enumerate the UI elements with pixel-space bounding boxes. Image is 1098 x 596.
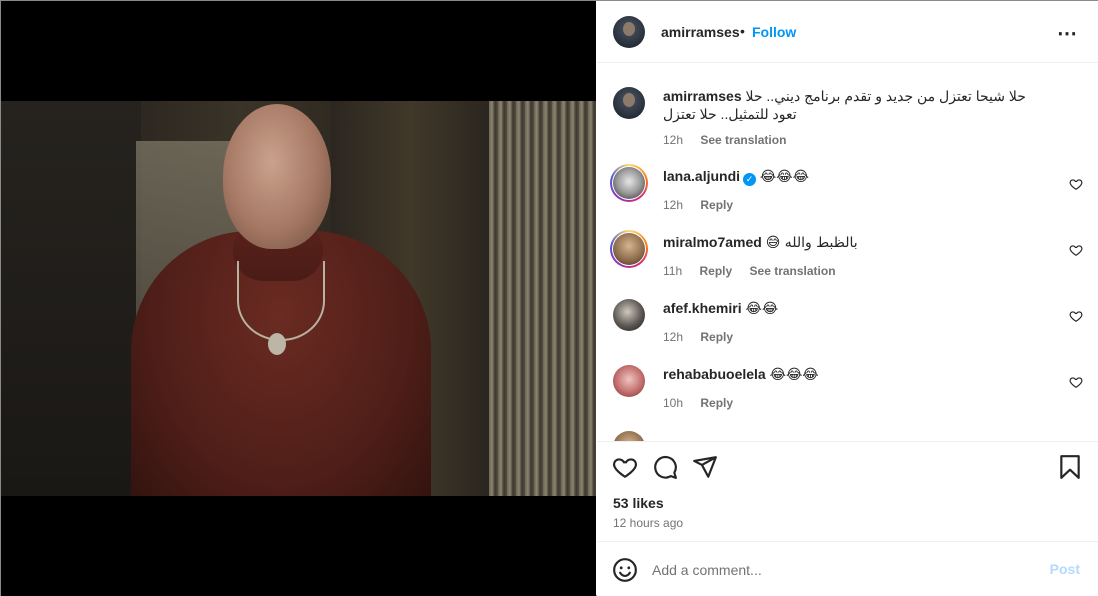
comment-text: 😂😂 [745, 301, 779, 317]
post-header: amirramses • Follow ⋯ [597, 1, 1098, 63]
author-avatar[interactable] [613, 16, 645, 48]
comments-list[interactable]: amirramses حلا شيحا تعتزل من جديد و تقدم… [597, 64, 1098, 441]
comment-username[interactable]: miralmo7amed [663, 234, 762, 250]
more-options-icon[interactable]: ⋯ [1057, 21, 1078, 46]
reply-button[interactable]: Reply [700, 198, 733, 212]
caption-username[interactable]: amirramses [663, 88, 742, 104]
comment-time: 12h [663, 330, 684, 344]
caption-time: 12h [663, 133, 684, 147]
heart-icon[interactable] [1069, 309, 1083, 323]
comment-input[interactable] [652, 559, 1032, 581]
likes-count[interactable]: 53 likes [613, 495, 664, 511]
post-image[interactable] [1, 101, 596, 496]
verified-icon: ✓ [743, 173, 757, 186]
separator-dot: • [740, 23, 745, 39]
share-icon[interactable] [692, 454, 718, 480]
caption-avatar[interactable] [613, 87, 645, 119]
comment-composer: Post [597, 541, 1098, 596]
comment-text: بالظبط والله 😅 [765, 235, 858, 251]
follow-button[interactable]: Follow [752, 24, 796, 40]
commenter-avatar[interactable] [613, 167, 645, 199]
comment-time: 11h [663, 264, 683, 278]
post-side-panel: amirramses • Follow ⋯ amirramses حلا شيح… [597, 1, 1098, 596]
comment-time: 12h [663, 198, 684, 212]
comment-username[interactable]: afef.khemiri [663, 300, 742, 316]
see-translation-link[interactable]: See translation [750, 264, 836, 278]
comment-text: 😂😂😂 [769, 367, 819, 383]
heart-icon[interactable] [1069, 243, 1083, 257]
like-heart-icon[interactable] [612, 454, 638, 480]
author-username[interactable]: amirramses [661, 24, 740, 40]
comment-text: 😂😂😂 [759, 169, 809, 185]
comment-time: 10h [663, 396, 684, 410]
comment-username[interactable]: lana.aljundi [663, 168, 740, 184]
commenter-avatar[interactable] [613, 365, 645, 397]
heart-icon[interactable] [1069, 177, 1083, 191]
heart-icon[interactable] [1069, 375, 1083, 389]
post-media[interactable] [1, 1, 596, 596]
post-time[interactable]: 12 hours ago [613, 516, 683, 530]
bookmark-icon[interactable] [1057, 454, 1083, 480]
comment-username[interactable]: rehababuoelela [663, 366, 766, 382]
post-dialog: amirramses • Follow ⋯ amirramses حلا شيح… [0, 0, 1098, 596]
comment-icon[interactable] [652, 454, 678, 480]
reply-button[interactable]: Reply [700, 330, 733, 344]
caption-see-translation[interactable]: See translation [700, 133, 786, 147]
post-comment-button[interactable]: Post [1050, 561, 1080, 577]
commenter-avatar[interactable] [613, 299, 645, 331]
commenter-avatar[interactable] [613, 431, 645, 441]
commenter-avatar[interactable] [613, 233, 645, 265]
post-actions: 53 likes 12 hours ago [597, 441, 1098, 541]
emoji-icon[interactable] [612, 557, 638, 583]
reply-button[interactable]: Reply [700, 396, 733, 410]
reply-button[interactable]: Reply [699, 264, 732, 278]
